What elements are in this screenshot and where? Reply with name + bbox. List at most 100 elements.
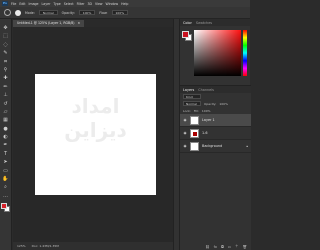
color-panel-tabs: Color Swatches bbox=[180, 19, 250, 26]
layer-name[interactable]: 1-6 bbox=[202, 131, 208, 135]
blend-row: Normal Opacity: 100% bbox=[180, 100, 251, 107]
move-icon[interactable]: ✥ bbox=[2, 25, 9, 31]
zoom-icon[interactable]: ⌕ bbox=[2, 184, 9, 190]
brush-icon[interactable]: ✏ bbox=[2, 84, 9, 90]
eraser-icon[interactable]: ▱ bbox=[2, 109, 9, 115]
layer-row[interactable]: ◉ Background 🔒︎ bbox=[180, 140, 251, 153]
eye-icon[interactable]: ◉ bbox=[183, 144, 187, 148]
eyedropper-icon[interactable]: ⚲ bbox=[2, 67, 9, 73]
menu-layer[interactable]: Layer bbox=[42, 2, 51, 6]
document-canvas[interactable]: امداد دیزاین bbox=[35, 74, 156, 195]
mode-label: Mode: bbox=[25, 10, 35, 15]
flow-label: Flow: bbox=[99, 10, 108, 15]
lock-row: Lock: Fill: 100% bbox=[180, 107, 251, 114]
tab-layers[interactable]: Layers bbox=[183, 88, 194, 92]
menu-file[interactable]: File bbox=[11, 2, 16, 6]
layer-row[interactable]: ◉ Layer 1 bbox=[180, 114, 251, 127]
opacity-field[interactable]: 100% bbox=[78, 10, 96, 15]
layers-panel: Layers Channels Kind Normal Opacity: 100… bbox=[180, 85, 251, 250]
menu-image[interactable]: Image bbox=[29, 2, 39, 6]
status-bar: 125% Doc: 1.43M/1.35M bbox=[13, 242, 173, 250]
tools-panel: ✥ ⬚ ◌ ✎ ⌗ ⚲ ✚ ✏ ⊥ ↺ ▱ ▦ ● ◐ ✒ T ➤ ▭ ✋ ⌕ … bbox=[0, 19, 12, 250]
eye-icon[interactable]: ◉ bbox=[183, 118, 187, 122]
color-panel-foreground[interactable] bbox=[182, 31, 189, 38]
layer-thumbnail bbox=[190, 115, 199, 125]
mode-select[interactable]: Normal bbox=[38, 10, 58, 15]
new-group-icon[interactable]: ▭ bbox=[228, 245, 231, 249]
brush-preset-icon[interactable] bbox=[15, 9, 21, 16]
crop-icon[interactable]: ⌗ bbox=[2, 59, 9, 65]
menu-select[interactable]: Select bbox=[64, 2, 74, 6]
tab-swatches[interactable]: Swatches bbox=[196, 21, 212, 25]
menu-edit[interactable]: Edit bbox=[19, 2, 25, 6]
marquee-icon[interactable]: ⬚ bbox=[2, 33, 9, 39]
watermark-line-2: دیزاین bbox=[64, 118, 127, 142]
menu-help[interactable]: Help bbox=[121, 2, 128, 6]
blur-icon[interactable]: ● bbox=[2, 126, 9, 132]
lasso-icon[interactable]: ◌ bbox=[2, 42, 9, 48]
menu-filter[interactable]: Filter bbox=[77, 2, 85, 6]
layers-footer: ⛓ fx ◘ ▭ ＋ 🗑︎ bbox=[180, 243, 251, 250]
link-layers-icon[interactable]: ⛓ bbox=[205, 245, 209, 249]
hand-icon[interactable]: ✋ bbox=[2, 176, 9, 182]
lock-label: Lock: bbox=[183, 108, 191, 113]
document-tab[interactable]: Untitled-1 @ 125% (Layer 1, RGB/8) × bbox=[13, 20, 85, 27]
menu-type[interactable]: Type bbox=[53, 2, 60, 6]
add-style-icon[interactable]: fx bbox=[214, 245, 217, 249]
clone-stamp-icon[interactable]: ⊥ bbox=[2, 92, 9, 98]
kind-filter-select[interactable]: Kind bbox=[183, 94, 201, 99]
path-select-icon[interactable]: ➤ bbox=[2, 159, 9, 165]
menu-bar: Ps File Edit Image Layer Type Select Fil… bbox=[0, 0, 250, 7]
close-tab-icon[interactable]: × bbox=[78, 20, 81, 27]
watermark-line-1: امداد bbox=[71, 94, 120, 118]
canvas-workspace[interactable]: امداد دیزاین bbox=[13, 27, 173, 242]
tab-color[interactable]: Color bbox=[183, 21, 192, 25]
options-bar: Mode: Normal Opacity: 100% Flow: 100% bbox=[0, 7, 250, 19]
fill-label: Fill: bbox=[193, 108, 199, 113]
tool-preset-icon[interactable] bbox=[4, 9, 11, 16]
layer-name[interactable]: Background bbox=[202, 144, 222, 148]
new-layer-icon[interactable]: ＋ bbox=[235, 244, 239, 249]
layer-filter-row: Kind bbox=[180, 93, 251, 100]
history-brush-icon[interactable]: ↺ bbox=[2, 101, 9, 107]
eye-icon[interactable]: ◉ bbox=[183, 131, 187, 135]
quick-select-icon[interactable]: ✎ bbox=[2, 50, 9, 56]
more-icon[interactable]: … bbox=[2, 193, 9, 199]
menu-view[interactable]: View bbox=[95, 2, 103, 6]
layers-panel-tabs: Layers Channels bbox=[180, 86, 251, 93]
right-panels: Color Swatches Layers Channels Kind Norm… bbox=[179, 19, 251, 250]
blend-mode-select[interactable]: Normal bbox=[183, 101, 201, 106]
menu-window[interactable]: Window bbox=[106, 2, 119, 6]
delete-layer-icon[interactable]: 🗑︎ bbox=[243, 245, 247, 249]
layer-thumbnail bbox=[190, 141, 199, 151]
fill-field[interactable]: 100% bbox=[202, 109, 211, 113]
document-tab-title: Untitled-1 @ 125% (Layer 1, RGB/8) bbox=[17, 21, 75, 25]
dodge-icon[interactable]: ◐ bbox=[2, 134, 9, 140]
pen-icon[interactable]: ✒ bbox=[2, 142, 9, 148]
layer-opacity-field[interactable]: 100% bbox=[219, 102, 228, 106]
shape-icon[interactable]: ▭ bbox=[2, 168, 9, 174]
opacity-label: Opacity: bbox=[61, 10, 75, 15]
color-swatches[interactable] bbox=[1, 203, 10, 213]
watermark-text: امداد دیزاین bbox=[35, 94, 156, 142]
layer-row[interactable]: ◉ 1-6 bbox=[180, 127, 251, 140]
photoshop-logo: Ps bbox=[2, 1, 8, 6]
color-picker-field[interactable] bbox=[194, 30, 241, 76]
layer-name[interactable]: Layer 1 bbox=[202, 118, 215, 122]
type-icon[interactable]: T bbox=[2, 151, 9, 157]
zoom-level[interactable]: 125% bbox=[17, 244, 26, 248]
hue-slider[interactable] bbox=[243, 30, 247, 76]
gradient-icon[interactable]: ▦ bbox=[2, 117, 9, 123]
menu-3d[interactable]: 3D bbox=[87, 2, 91, 6]
color-panel bbox=[180, 26, 250, 89]
tab-channels[interactable]: Channels bbox=[198, 88, 214, 92]
layer-thumbnail bbox=[190, 128, 199, 138]
document-tab-bar: Untitled-1 @ 125% (Layer 1, RGB/8) × bbox=[13, 19, 173, 27]
document-size: Doc: 1.43M/1.35M bbox=[31, 244, 59, 248]
add-mask-icon[interactable]: ◘ bbox=[221, 245, 224, 249]
lock-icon: 🔒︎ bbox=[246, 144, 248, 148]
foreground-color-swatch[interactable] bbox=[1, 203, 7, 210]
layer-opacity-label: Opacity: bbox=[204, 101, 217, 106]
healing-icon[interactable]: ✚ bbox=[2, 75, 9, 81]
flow-field[interactable]: 100% bbox=[111, 10, 129, 15]
